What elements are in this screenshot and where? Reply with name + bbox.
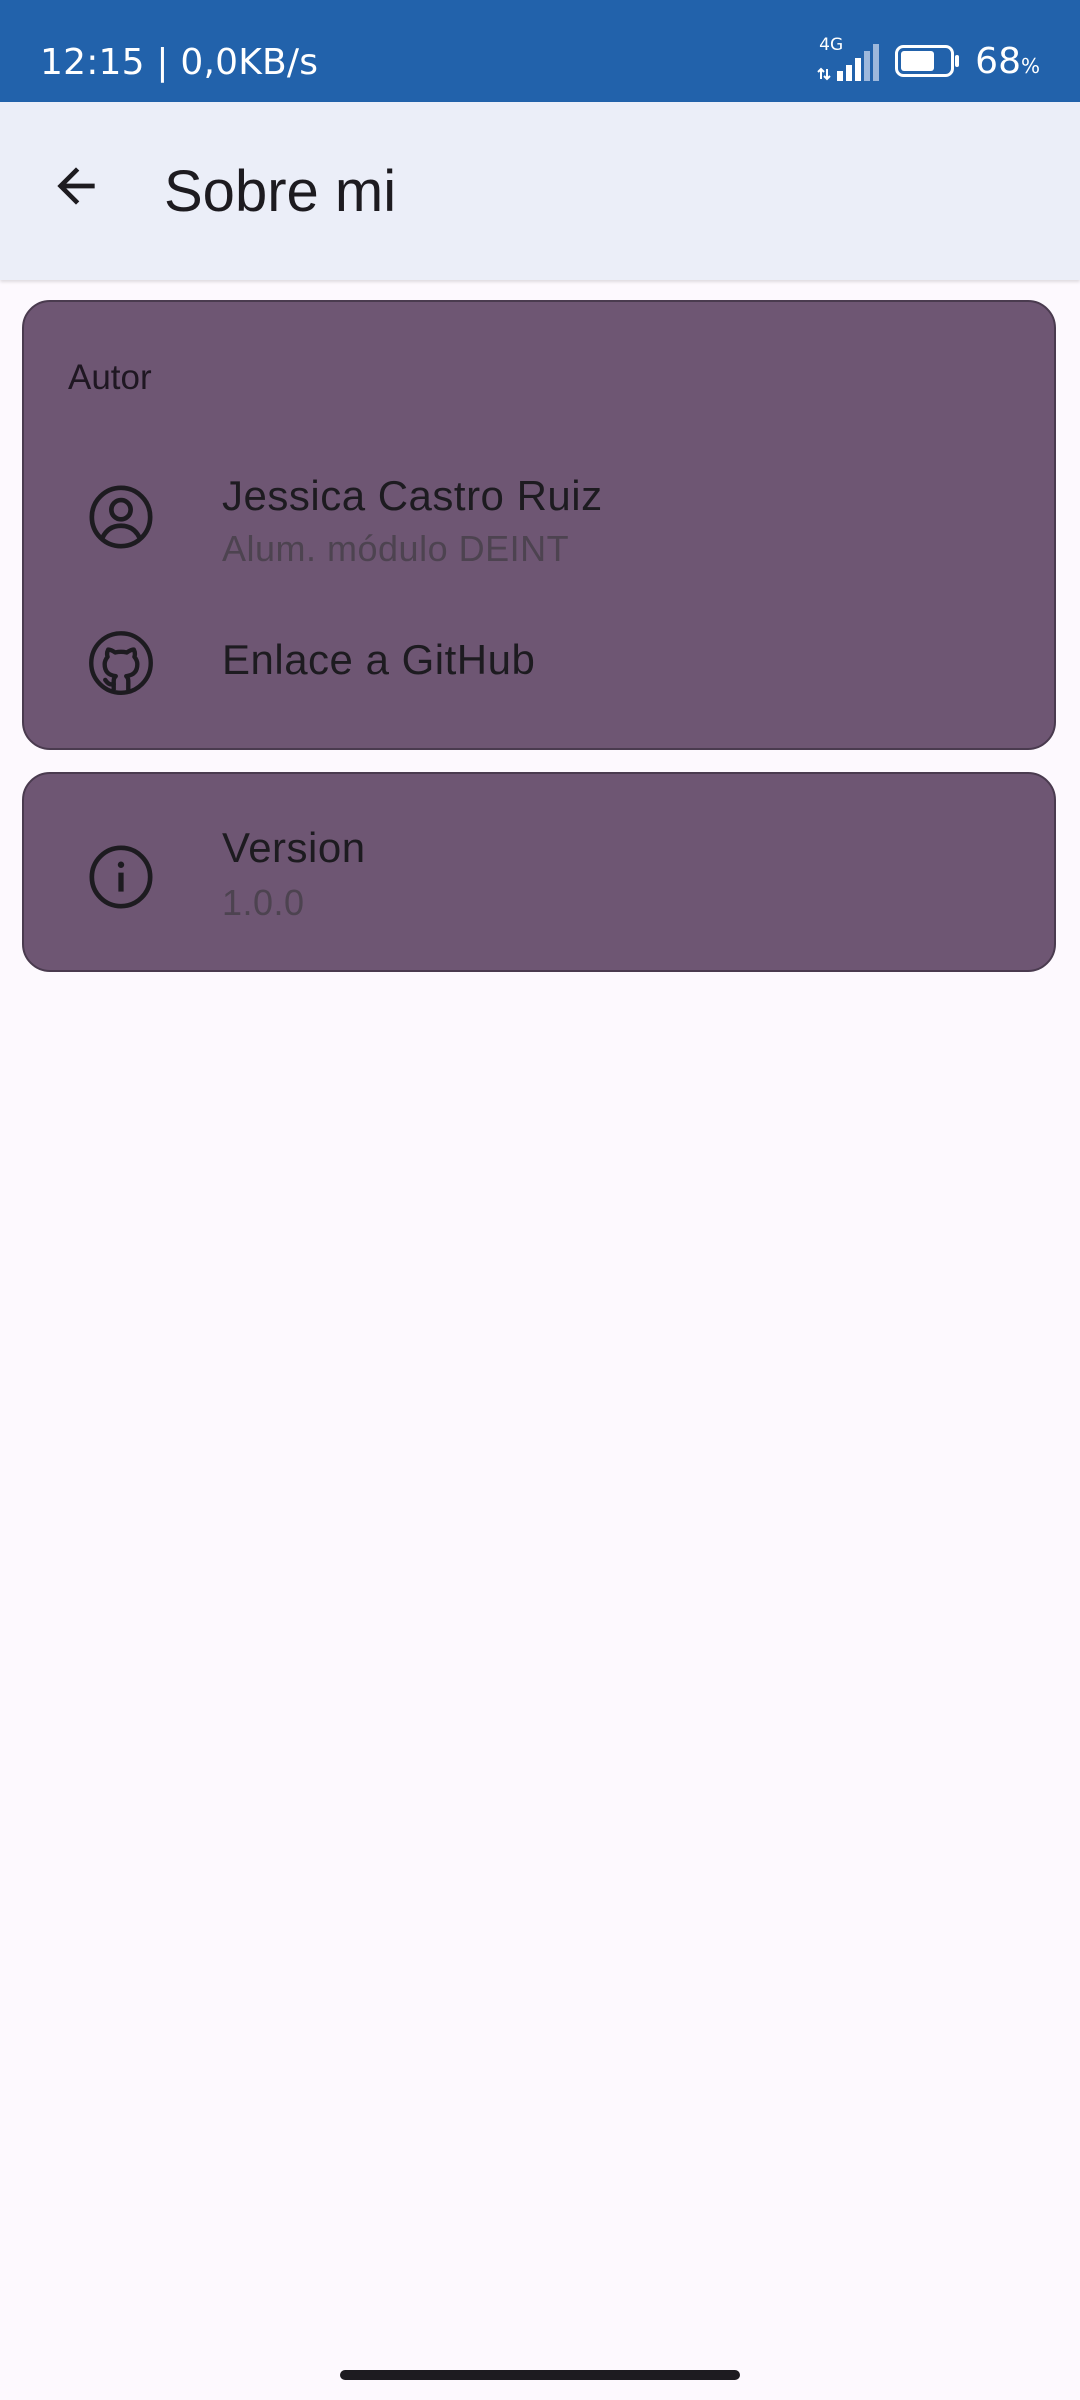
- version-card: Version 1.0.0: [22, 772, 1056, 972]
- author-name-item[interactable]: Jessica Castro Ruiz Alum. módulo DEINT: [24, 452, 1054, 582]
- status-bar: 12:15 | 0,0KB/s 4G 68%: [0, 0, 1080, 102]
- page-title: Sobre mi: [164, 159, 397, 224]
- github-link-item[interactable]: Enlace a GitHub: [24, 602, 1054, 722]
- arrow-back-icon: [57, 167, 95, 205]
- version-item[interactable]: Version 1.0.0: [24, 794, 1054, 954]
- status-time-speed: 12:15 | 0,0KB/s: [40, 42, 319, 83]
- battery-icon: [895, 45, 960, 77]
- author-card: Autor Jessica Castro Ruiz Alum. módulo D…: [22, 300, 1056, 750]
- github-link-label: Enlace a GitHub: [222, 636, 536, 683]
- section-title-author: Autor: [68, 358, 152, 397]
- account-circle-icon: [89, 485, 153, 549]
- battery-percentage: 68%: [975, 40, 1040, 82]
- back-button[interactable]: [40, 150, 112, 222]
- author-name: Jessica Castro Ruiz: [222, 472, 603, 519]
- github-icon: [89, 631, 153, 695]
- info-icon: [89, 845, 153, 909]
- version-title: Version: [222, 824, 366, 871]
- home-indicator[interactable]: [340, 2370, 740, 2380]
- status-icons: 4G 68%: [815, 35, 1040, 86]
- version-number: 1.0.0: [222, 882, 305, 923]
- signal-icon: 4G: [815, 35, 881, 83]
- author-role: Alum. módulo DEINT: [222, 528, 570, 569]
- top-app-bar: Sobre mi: [0, 102, 1080, 280]
